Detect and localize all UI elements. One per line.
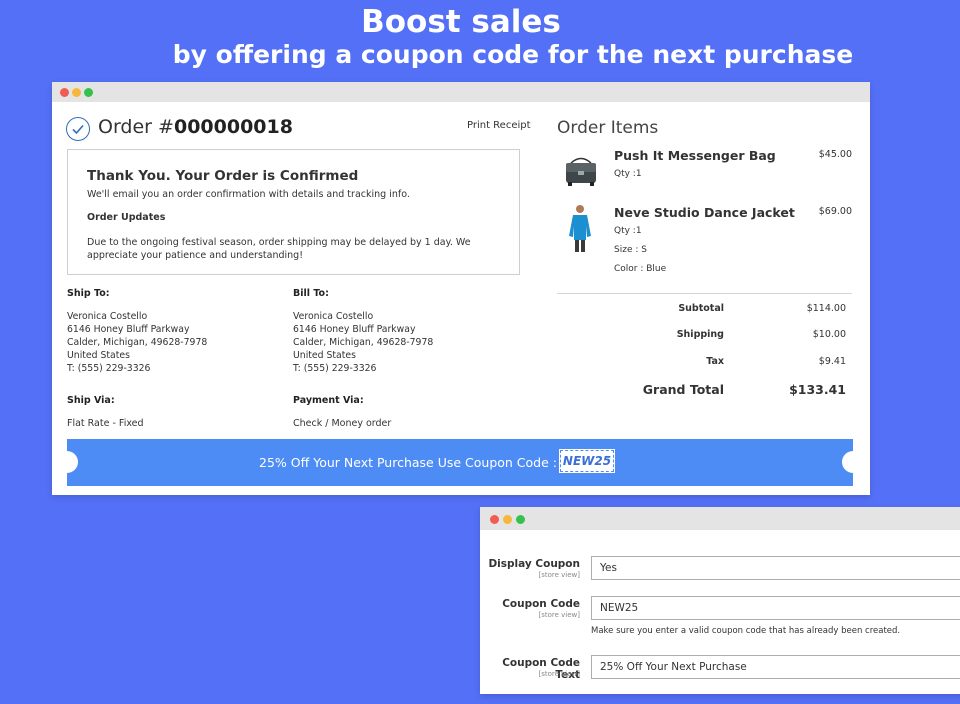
shipping-value: $10.00 [812, 329, 846, 340]
coupon-code-badge[interactable]: NEW25 [559, 449, 615, 473]
product-name[interactable]: Neve Studio Dance Jacket [614, 205, 795, 220]
bill-to-label: Bill To: [293, 288, 329, 299]
coupon-code-label: Coupon Code [502, 598, 580, 610]
ship-to-address: Veronica Costello 6146 Honey Bluff Parkw… [67, 311, 208, 374]
maximize-window-icon[interactable] [84, 88, 93, 97]
coupon-code-note: Make sure you enter a valid coupon code … [591, 626, 901, 636]
coupon-code-scope: [store view] [538, 611, 580, 619]
headline-subtitle: by offering a coupon code for the next p… [172, 40, 854, 69]
print-receipt-link[interactable]: Print Receipt [467, 120, 531, 131]
subtotal-label: Subtotal [678, 303, 724, 314]
grand-total-label: Grand Total [642, 382, 724, 397]
maximize-window-icon[interactable] [516, 515, 525, 524]
divider [557, 293, 852, 294]
window-titlebar [52, 82, 870, 102]
ship-to-label: Ship To: [67, 288, 110, 299]
subtotal-value: $114.00 [806, 303, 846, 314]
ship-via-label: Ship Via: [67, 395, 115, 406]
coupon-text: 25% Off Your Next Purchase Use Coupon Co… [259, 455, 557, 470]
product-qty: Qty :1 [614, 226, 642, 236]
coupon-banner: 25% Off Your Next Purchase Use Coupon Co… [56, 439, 864, 486]
close-window-icon[interactable] [60, 88, 69, 97]
product-qty: Qty :1 [614, 169, 642, 179]
order-updates-label: Order Updates [87, 212, 166, 223]
jacket-icon [566, 204, 594, 254]
coupon-code-input[interactable]: NEW25 [591, 596, 960, 620]
messenger-bag-icon [562, 154, 600, 188]
headline-title: Boost sales [361, 4, 561, 40]
coupon-settings-window: Display Coupon [store view] Yes Coupon C… [480, 507, 960, 694]
order-items-title: Order Items [557, 118, 659, 138]
display-coupon-scope: [store view] [538, 571, 580, 579]
coupon-code-text-input[interactable]: 25% Off Your Next Purchase [591, 655, 960, 679]
confirmation-title: Thank You. Your Order is Confirmed [87, 168, 359, 184]
display-coupon-select[interactable]: Yes [591, 556, 960, 580]
payment-via-value: Check / Money order [293, 418, 392, 429]
order-receipt-window: Order #000000018 Print Receipt Thank You… [52, 82, 870, 495]
bill-to-address: Veronica Costello 6146 Honey Bluff Parkw… [293, 311, 434, 374]
minimize-window-icon[interactable] [72, 88, 81, 97]
window-titlebar [480, 507, 960, 530]
product-name[interactable]: Push It Messenger Bag [614, 148, 776, 163]
tax-label: Tax [706, 356, 724, 367]
coupon-code-text-scope: [store view] [538, 670, 580, 678]
close-window-icon[interactable] [490, 515, 499, 524]
confirmation-box: Thank You. Your Order is Confirmed We'll… [67, 149, 520, 275]
payment-via-label: Payment Via: [293, 395, 364, 406]
minimize-window-icon[interactable] [503, 515, 512, 524]
tax-value: $9.41 [818, 356, 846, 367]
product-size: Size : S [614, 245, 647, 255]
check-circle-icon [66, 117, 90, 141]
ship-via-value: Flat Rate - Fixed [67, 418, 144, 429]
order-updates-text: Due to the ongoing festival season, orde… [87, 237, 471, 261]
shipping-label: Shipping [676, 329, 724, 340]
product-price: $45.00 [818, 149, 852, 160]
order-title: Order #000000018 [98, 116, 293, 138]
product-price: $69.00 [818, 206, 852, 217]
confirmation-text: We'll email you an order confirmation wi… [87, 189, 410, 200]
display-coupon-label: Display Coupon [488, 558, 580, 570]
grand-total-value: $133.41 [789, 382, 846, 397]
order-number: 000000018 [173, 116, 293, 138]
product-color: Color : Blue [614, 264, 667, 274]
ticket-notch-right [842, 451, 864, 473]
